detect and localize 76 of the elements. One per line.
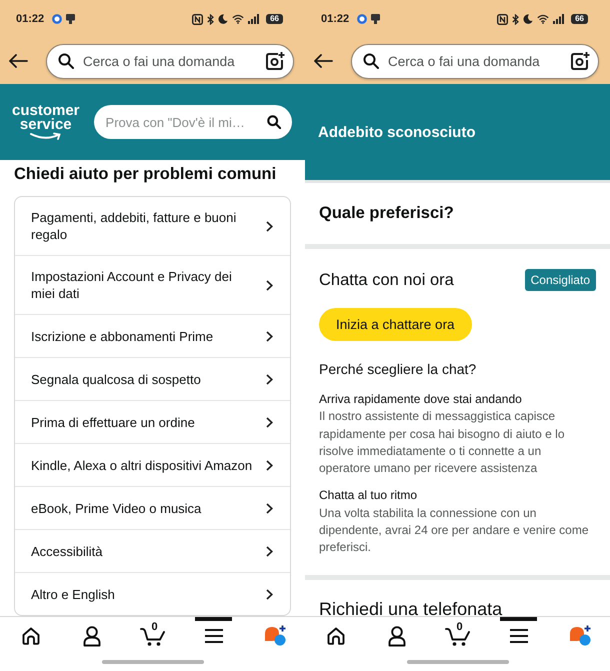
chat-bubbles-icon: [568, 625, 592, 647]
search-input[interactable]: Cerca o fai una domanda: [388, 54, 561, 68]
chevron-right-icon: [266, 416, 273, 428]
status-time: 01:22: [16, 13, 44, 25]
back-arrow-icon[interactable]: [8, 54, 28, 68]
status-time: 01:22: [321, 13, 350, 25]
option-title: Richiedi una telefonata: [319, 600, 504, 616]
topic-item[interactable]: Altro e English: [15, 572, 290, 615]
menu-icon: [204, 628, 224, 644]
smile-arrow-icon: [30, 132, 62, 140]
cart-count: 0: [456, 621, 463, 633]
device-icon: [66, 14, 76, 24]
nfc-icon: [192, 14, 204, 24]
menu-icon: [508, 628, 528, 644]
section-heading: Quale preferisci?: [318, 203, 455, 224]
recommended-badge: Consigliato: [524, 269, 596, 291]
search-input[interactable]: Cerca o fai una domanda: [83, 54, 256, 68]
search-bar[interactable]: Cerca o fai una domanda: [46, 44, 294, 78]
topic-item[interactable]: Accessibilità: [15, 529, 290, 572]
search-icon[interactable]: [363, 53, 379, 69]
topic-item[interactable]: Segnala qualcosa di sospetto: [15, 357, 290, 400]
device-icon: [371, 14, 380, 24]
home-icon: [326, 626, 346, 646]
search-bar[interactable]: Cerca o fai una domanda: [351, 44, 599, 78]
topic-item[interactable]: eBook, Prime Video o musica: [15, 486, 290, 529]
logo-text: service: [20, 118, 72, 132]
option-subheading: Perché scegliere la chat?: [319, 360, 478, 378]
banner-title: Addebito sconosciuto: [318, 124, 476, 140]
topic-item[interactable]: Impostazioni Account e Privacy dei miei dati: [15, 255, 290, 314]
chevron-right-icon: [266, 330, 273, 342]
chevron-right-icon: [266, 502, 273, 514]
chevron-right-icon: [266, 220, 273, 232]
start-chat-button[interactable]: Inizia a chattare ora: [319, 308, 472, 341]
reason-text: Una volta stabilita la connessione con un dipendente, avrai 24 ore per andare e venire come preferisci.: [319, 504, 590, 556]
battery-indicator: 66: [571, 14, 588, 24]
topic-item[interactable]: Kindle, Alexa o altri dispositivi Amazon: [15, 443, 290, 486]
ring-icon: [357, 14, 368, 24]
logo-text: customer: [12, 104, 80, 118]
chat-bubbles-icon: [262, 625, 286, 647]
signal-icon: [553, 14, 564, 24]
person-icon: [82, 626, 100, 646]
help-search-input[interactable]: Prova con "Dov'è il mi…: [106, 114, 261, 130]
camera-icon[interactable]: [265, 51, 285, 71]
topic-item[interactable]: Iscrizione e abbonamenti Prime: [15, 314, 290, 357]
nfc-icon: [497, 14, 508, 24]
help-search-bar[interactable]: Prova con "Dov'è il mi…: [94, 105, 292, 139]
chevron-right-icon: [266, 374, 273, 384]
search-icon[interactable]: [267, 115, 281, 129]
nav-tab[interactable]: 0: [439, 617, 476, 655]
chevron-right-icon: [266, 460, 273, 470]
reason-title: Chatta al tuo ritmo: [319, 487, 418, 504]
home-icon: [20, 626, 40, 646]
section-heading: Chiedi aiuto per problemi comuni: [13, 164, 278, 185]
signal-icon: [248, 14, 260, 24]
moon-icon: [523, 14, 534, 24]
bluetooth-icon: [512, 14, 520, 24]
bluetooth-icon: [207, 14, 214, 24]
reason-title: Arriva rapidamente dove stai andando: [319, 391, 523, 408]
reason-text: Il nostro assistente di messaggistica capisce rapidamente per cosa hai bisogno di aiuto e lo risolve immediatamente o ti connette a un operatore umano per ricevere assistenza: [319, 408, 566, 478]
search-icon[interactable]: [58, 53, 74, 69]
wifi-icon: [537, 14, 550, 24]
topic-item[interactable]: Prima di effettuare un ordine: [15, 400, 290, 443]
cart-count: 0: [152, 621, 158, 633]
moon-icon: [218, 14, 228, 24]
option-title: Chatta con noi ora: [319, 270, 454, 291]
ring-icon: [52, 14, 62, 24]
wifi-icon: [232, 14, 244, 24]
back-arrow-icon[interactable]: [313, 54, 333, 68]
chevron-right-icon: [266, 588, 273, 600]
chevron-right-icon: [266, 546, 273, 556]
nav-tab[interactable]: 0: [134, 617, 171, 655]
camera-icon[interactable]: [570, 51, 590, 71]
topic-item[interactable]: Pagamenti, addebiti, fatture e buoni regalo: [15, 197, 290, 255]
person-icon: [388, 626, 406, 646]
chevron-right-icon: [266, 280, 273, 290]
battery-indicator: 66: [266, 14, 283, 24]
